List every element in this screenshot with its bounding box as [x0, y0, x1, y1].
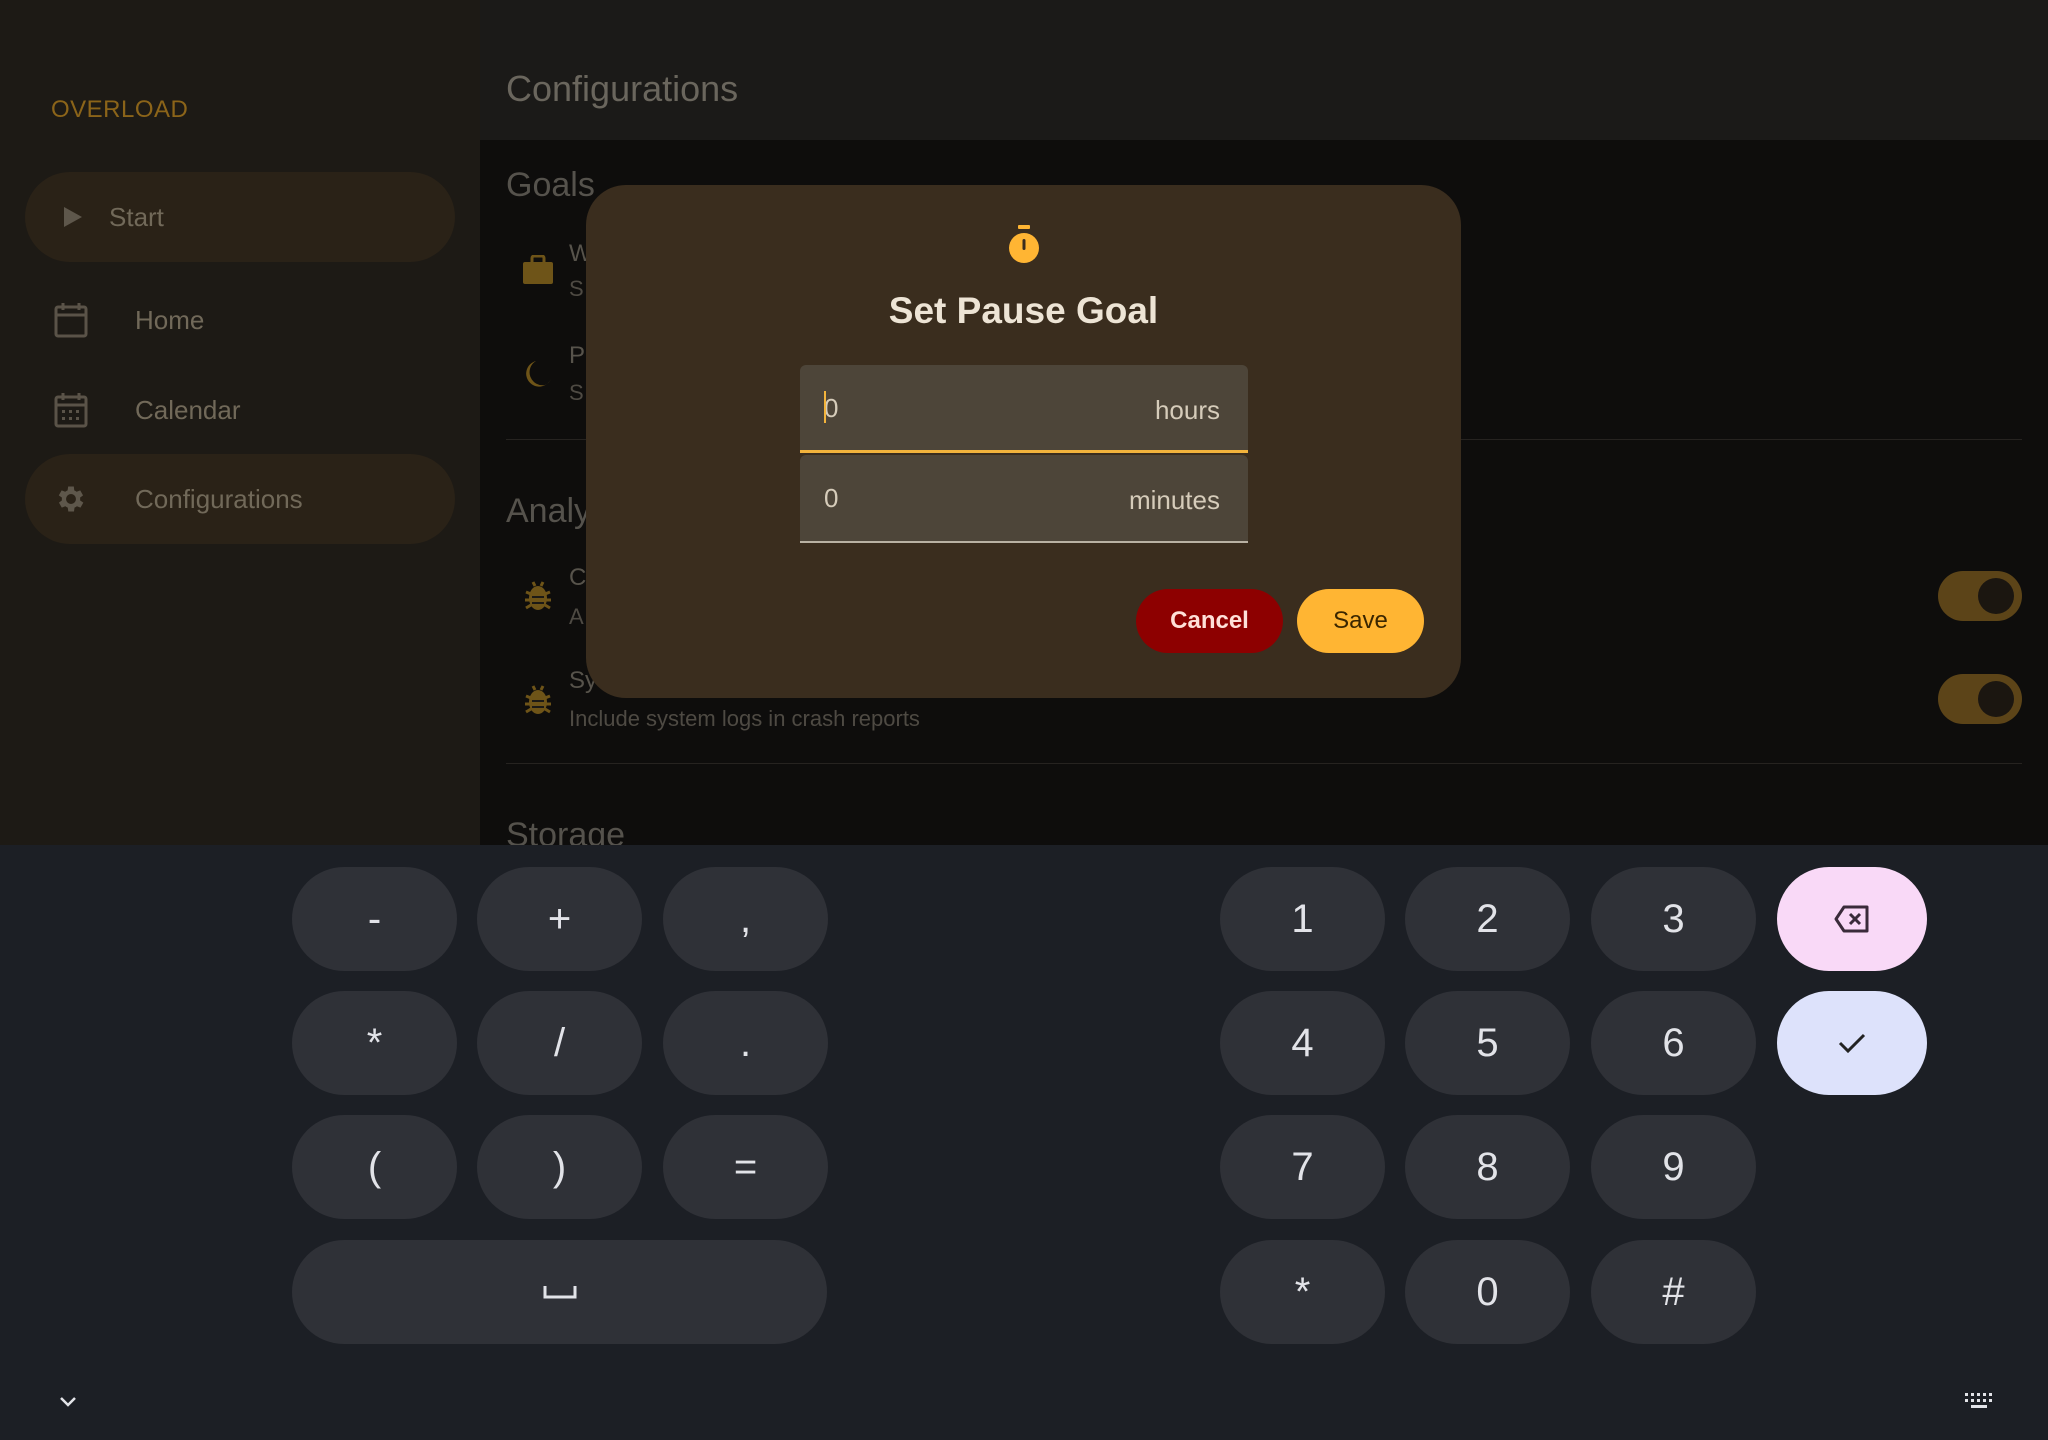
enter-key[interactable] [1777, 991, 1927, 1095]
key-equals[interactable]: = [663, 1115, 828, 1219]
app-window: OVERLOAD Start Home Calendar Configurati… [0, 0, 2048, 845]
key-3[interactable]: 3 [1591, 867, 1756, 971]
backspace-icon [1834, 905, 1869, 933]
calendar-blank-icon [53, 302, 89, 338]
key-7[interactable]: 7 [1220, 1115, 1385, 1219]
hours-value: 0 [824, 393, 839, 423]
key-open-paren[interactable]: ( [292, 1115, 457, 1219]
space-icon [543, 1286, 576, 1299]
section-title-goals: Goals [506, 166, 595, 204]
text-caret [824, 391, 826, 423]
sidebar-item-label: Calendar [135, 394, 241, 425]
sidebar-item-home[interactable]: Home [25, 275, 455, 365]
key-1[interactable]: 1 [1220, 867, 1385, 971]
key-star[interactable]: * [1220, 1240, 1385, 1344]
analytics-row-subtitle: A [569, 604, 584, 629]
system-logs-toggle[interactable] [1938, 674, 2022, 724]
save-button[interactable]: Save [1297, 589, 1424, 653]
hours-input[interactable]: 0 hours [800, 365, 1248, 453]
analytics-row-subtitle: Include system logs in crash reports [569, 706, 920, 731]
gear-icon [53, 481, 89, 517]
goal-row-title[interactable]: P [569, 342, 585, 370]
key-0[interactable]: 0 [1405, 1240, 1570, 1344]
sidebar-item-configurations[interactable]: Configurations [25, 454, 455, 544]
hours-unit: hours [1154, 395, 1220, 425]
key-2[interactable]: 2 [1405, 867, 1570, 971]
sidebar-item-label: Configurations [135, 483, 303, 514]
key-8[interactable]: 8 [1405, 1115, 1570, 1219]
key-plus[interactable]: + [477, 867, 642, 971]
moon-icon [522, 358, 554, 390]
bug-icon [522, 684, 554, 716]
check-icon [1838, 1033, 1866, 1054]
keyboard-icon[interactable] [1964, 1390, 1994, 1412]
key-5[interactable]: 5 [1405, 991, 1570, 1095]
cancel-button[interactable]: Cancel [1136, 589, 1283, 653]
toggle-knob [1978, 578, 2014, 614]
key-4[interactable]: 4 [1220, 991, 1385, 1095]
backspace-key[interactable] [1777, 867, 1927, 971]
section-title-storage: Storage [506, 816, 626, 845]
calendar-grid-icon [53, 392, 89, 428]
page-title: Configurations [506, 68, 739, 109]
key-slash[interactable]: / [477, 991, 642, 1095]
key-9[interactable]: 9 [1591, 1115, 1756, 1219]
toggle-knob [1978, 681, 2014, 717]
on-screen-keyboard: - + , * / . ( ) = 1 2 3 4 5 6 7 8 9 * 0 … [0, 845, 2048, 1440]
key-comma[interactable]: , [663, 867, 828, 971]
play-icon [55, 199, 91, 235]
goal-row-subtitle: S [569, 276, 584, 301]
analytics-row-title: C [569, 564, 587, 591]
key-asterisk[interactable]: * [292, 991, 457, 1095]
briefcase-icon [522, 254, 554, 286]
sidebar-item-start[interactable]: Start [25, 172, 455, 262]
bug-icon [522, 580, 554, 612]
section-divider [506, 763, 2022, 764]
pause-goal-dialog: Set Pause Goal 0 hours 0 minutes Cancel … [586, 185, 1461, 698]
sidebar-item-label: Home [135, 304, 205, 335]
key-6[interactable]: 6 [1591, 991, 1756, 1095]
minutes-unit: minutes [1128, 485, 1220, 515]
key-hash[interactable]: # [1591, 1240, 1756, 1344]
key-period[interactable]: . [663, 991, 828, 1095]
section-title-analytics: Analy [506, 492, 592, 530]
key-close-paren[interactable]: ) [477, 1115, 642, 1219]
minutes-input[interactable]: 0 minutes [800, 455, 1248, 543]
goal-row-subtitle: S [569, 380, 584, 405]
sidebar: OVERLOAD Start Home Calendar Configurati… [0, 0, 480, 845]
sidebar-item-calendar[interactable]: Calendar [25, 365, 455, 455]
sidebar-item-label: Start [109, 201, 164, 232]
timer-icon [1009, 225, 1039, 263]
minutes-value: 0 [824, 483, 839, 513]
key-space[interactable] [292, 1240, 827, 1344]
chevron-down-icon[interactable] [56, 1390, 80, 1414]
key-minus[interactable]: - [292, 867, 457, 971]
app-brand: OVERLOAD [51, 96, 189, 123]
crash-reports-toggle[interactable] [1938, 571, 2022, 621]
dialog-title: Set Pause Goal [888, 290, 1159, 331]
